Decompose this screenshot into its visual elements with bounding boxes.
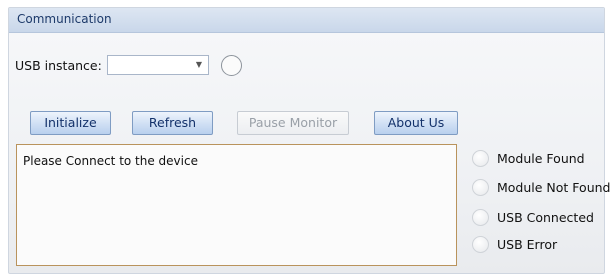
indicator-label: USB Error xyxy=(497,237,558,252)
chevron-down-icon: ▼ xyxy=(195,60,202,69)
group-title: Communication xyxy=(17,12,112,26)
status-led-icon xyxy=(472,179,489,196)
usb-instance-dropdown[interactable]: ▼ xyxy=(107,55,209,75)
status-led-icon xyxy=(472,150,489,167)
status-led-icon xyxy=(472,209,489,226)
indicator-label: Module Found xyxy=(497,151,585,166)
refresh-button[interactable]: Refresh xyxy=(132,111,213,135)
status-log-box: Please Connect to the device xyxy=(16,144,457,266)
indicator-label: USB Connected xyxy=(497,210,594,225)
connection-status-indicator xyxy=(221,55,242,76)
usb-instance-label: USB instance: xyxy=(15,58,102,73)
initialize-button[interactable]: Initialize xyxy=(30,111,111,135)
about-us-button[interactable]: About Us xyxy=(374,111,458,135)
status-log-text: Please Connect to the device xyxy=(23,154,198,168)
group-header: Communication xyxy=(9,8,604,33)
pause-monitor-button[interactable]: Pause Monitor xyxy=(237,111,349,135)
status-led-icon xyxy=(472,236,489,253)
indicator-label: Module Not Found xyxy=(497,180,610,195)
